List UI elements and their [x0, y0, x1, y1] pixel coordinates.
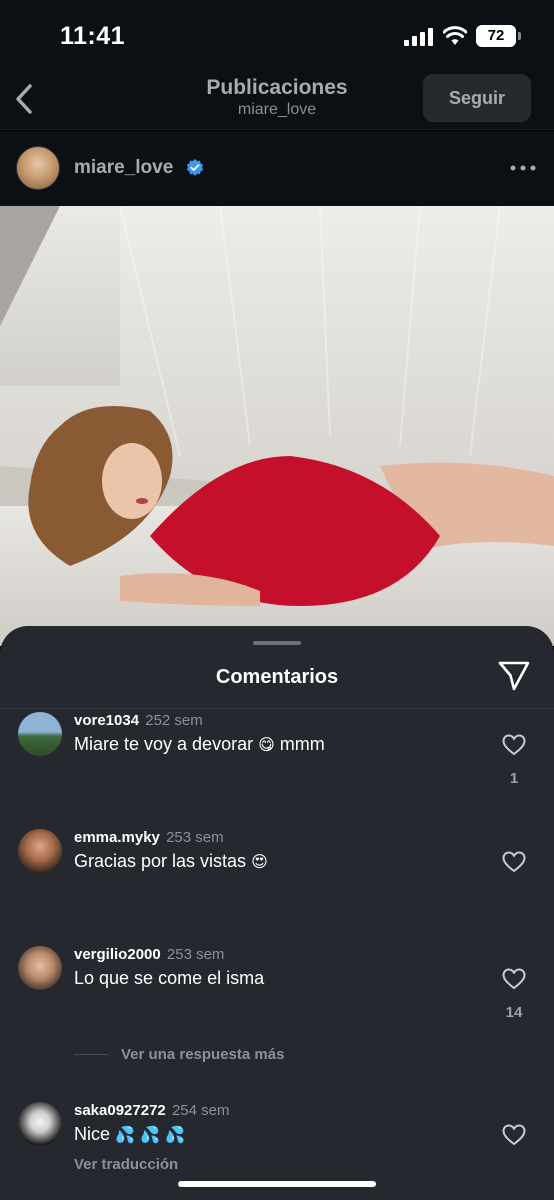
- comment-meta: emma.myky 253 sem: [74, 829, 224, 846]
- comment-time: 254 sem: [171, 1102, 230, 1119]
- post-photo-illustration: [0, 206, 554, 646]
- more-options-icon[interactable]: [510, 164, 536, 172]
- comment-text: Lo que se come el isma: [74, 968, 265, 988]
- comment-meta: saka0927272 254 sem: [74, 1102, 229, 1119]
- home-indicator[interactable]: [178, 1181, 376, 1187]
- reply-thread-line: [74, 1054, 108, 1055]
- comment-meta: vergilio2000 253 sem: [74, 946, 224, 963]
- commenter-avatar[interactable]: [18, 1102, 62, 1146]
- like-heart-icon[interactable]: [502, 968, 526, 990]
- post-image[interactable]: [0, 206, 554, 646]
- comment-item: vore1034 252 sem Miare te voy a devorar …: [0, 712, 554, 792]
- share-send-icon[interactable]: [497, 660, 531, 692]
- verified-badge-icon: [186, 159, 204, 176]
- signal-icon: [404, 28, 433, 46]
- sweat-droplets-emoji: 💦 💦 💦: [115, 1125, 185, 1144]
- view-more-replies-label[interactable]: Ver una respuesta más: [121, 1046, 284, 1063]
- sheet-divider: [0, 708, 554, 709]
- comment-text: Nice 💦 💦 💦: [74, 1124, 185, 1144]
- clock: 11:41: [60, 22, 126, 50]
- sheet-drag-handle[interactable]: [253, 641, 301, 645]
- comments-title: Comentarios: [215, 666, 339, 688]
- commenter-username[interactable]: saka0927272: [74, 1102, 166, 1119]
- comment-text: Gracias por las vistas 😍: [74, 851, 268, 871]
- commenter-username[interactable]: emma.myky: [74, 829, 160, 846]
- comment-time: 253 sem: [166, 829, 224, 846]
- post-author-username[interactable]: miare_love: [74, 157, 173, 179]
- comment-meta: vore1034 252 sem: [74, 712, 203, 729]
- wifi-icon: [443, 26, 467, 45]
- comment-time: 252 sem: [145, 712, 203, 729]
- follow-button[interactable]: Seguir: [423, 74, 531, 122]
- see-translation-link[interactable]: Ver traducción: [74, 1156, 178, 1173]
- smiley-emoji: 😋: [258, 735, 275, 754]
- comment-item: vergilio2000 253 sem Lo que se come el i…: [0, 946, 554, 1026]
- commenter-avatar[interactable]: [18, 829, 62, 873]
- comment-time: 253 sem: [166, 946, 225, 963]
- comment-item: saka0927272 254 sem Nice 💦 💦 💦 Ver tradu…: [0, 1102, 554, 1182]
- comment-text: Miare te voy a devorar 😋 mmm: [74, 734, 325, 754]
- commenter-avatar[interactable]: [18, 946, 62, 990]
- like-heart-icon[interactable]: [502, 1124, 526, 1146]
- battery-icon: 72: [476, 25, 521, 47]
- status-bar: 11:41 72: [0, 0, 554, 70]
- heart-eyes-emoji: 😍: [251, 852, 268, 871]
- top-nav: Publicaciones miare_love Seguir: [0, 70, 554, 130]
- post-author-avatar[interactable]: [16, 146, 60, 190]
- commenter-username[interactable]: vergilio2000: [74, 946, 161, 963]
- commenter-username[interactable]: vore1034: [74, 712, 139, 729]
- commenter-avatar[interactable]: [18, 712, 62, 756]
- like-count: 1: [509, 770, 519, 787]
- comment-item: emma.myky 253 sem Gracias por las vistas…: [0, 829, 554, 909]
- like-heart-icon[interactable]: [502, 851, 526, 873]
- post-header: miare_love: [0, 131, 554, 206]
- like-count: 14: [505, 1004, 523, 1021]
- like-heart-icon[interactable]: [502, 734, 526, 756]
